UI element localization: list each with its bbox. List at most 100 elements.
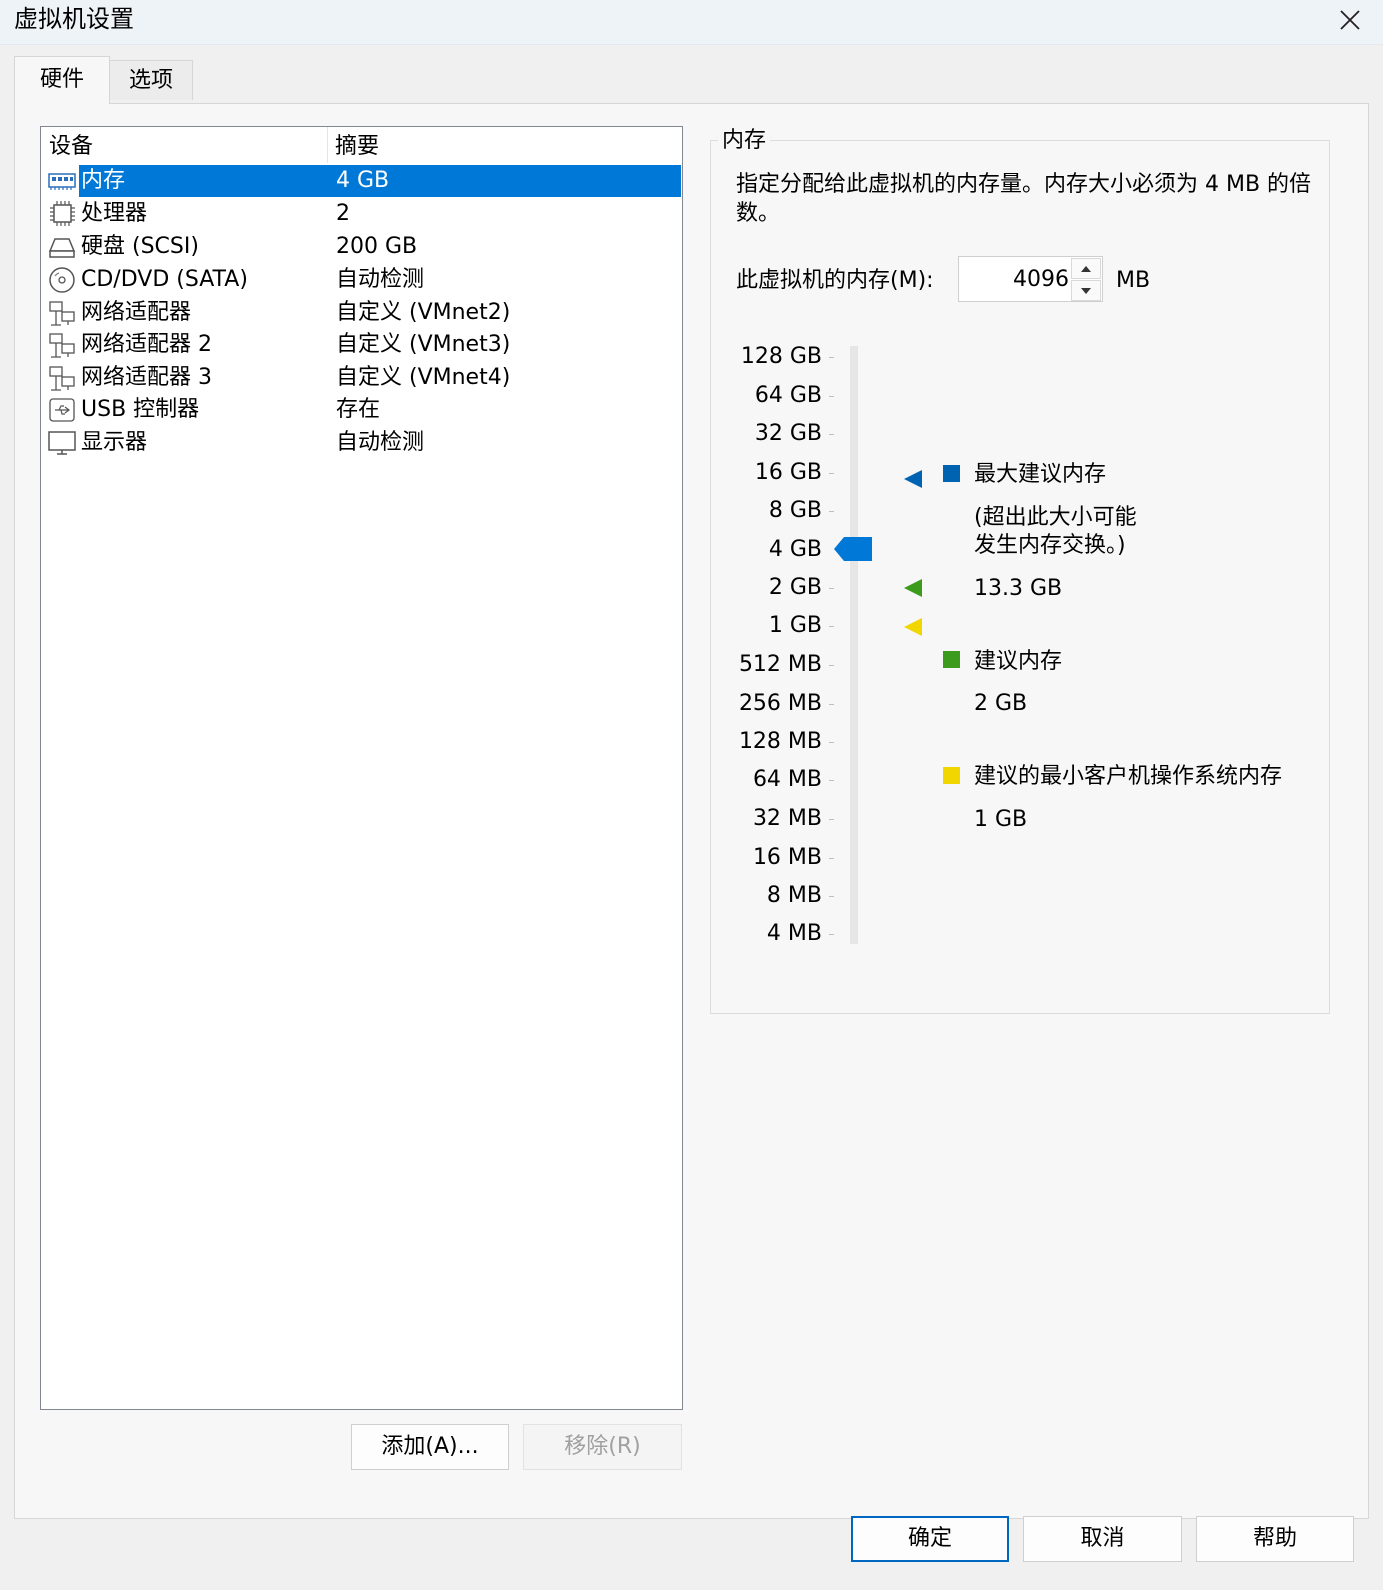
scale-label-128mb: 128 MB — [738, 729, 822, 754]
scale-label-16mb: 16 MB — [752, 845, 822, 870]
device-row-processor[interactable]: 处理器 2 — [45, 198, 681, 230]
scale-label-512mb: 512 MB — [738, 652, 822, 677]
max-recommended-title: 最大建议内存 — [974, 462, 1107, 487]
device-name: 处理器 — [81, 201, 148, 226]
tab-strip: 硬件 选项 — [0, 56, 1383, 104]
max-recommended-note: (超出此大小可能 — [974, 505, 1137, 530]
recommended-legend-swatch — [943, 651, 960, 668]
scale-label-16gb: 16 GB — [754, 460, 822, 485]
ok-button[interactable]: 确定 — [851, 1516, 1009, 1562]
memory-slider-track[interactable] — [850, 346, 858, 944]
scale-tick — [829, 434, 834, 435]
close-icon — [1340, 10, 1360, 30]
column-header-summary[interactable]: 摘要 — [335, 131, 379, 163]
device-list[interactable]: 设备 摘要 内存 4 GB 处理器 2 硬盘 (SCSI) 200 GB CD/… — [40, 126, 683, 1410]
device-summary: 2 — [336, 201, 350, 226]
device-row-network-adapter[interactable]: 网络适配器 自定义 (VMnet2) — [45, 297, 681, 329]
max-recommended-note: 发生内存交换。) — [974, 533, 1126, 558]
device-summary: 存在 — [336, 397, 381, 422]
scale-tick — [829, 742, 834, 743]
chevron-up-icon — [1081, 265, 1091, 272]
display-icon — [48, 431, 76, 455]
window-title: 虚拟机设置 — [14, 5, 134, 33]
scale-tick — [829, 780, 834, 781]
scale-tick — [829, 626, 834, 627]
scale-tick — [829, 396, 834, 397]
remove-device-button[interactable]: 移除(R) — [523, 1424, 682, 1470]
scale-label-4gb: 4 GB — [768, 537, 822, 562]
device-name: 网络适配器 2 — [81, 332, 212, 357]
memory-spinbox[interactable] — [958, 256, 1103, 302]
scale-tick — [829, 704, 834, 705]
max-recommended-marker-icon — [904, 470, 922, 488]
device-row-display[interactable]: 显示器 自动检测 — [45, 427, 681, 459]
scale-label-128gb: 128 GB — [740, 344, 822, 369]
cd-dvd-icon — [49, 267, 75, 293]
device-name: 内存 — [81, 168, 126, 193]
device-row-usb-controller[interactable]: USB 控制器 存在 — [45, 394, 681, 426]
tab-options[interactable]: 选项 — [109, 60, 193, 100]
memory-icon — [48, 173, 76, 190]
min-guest-title: 建议的最小客户机操作系统内存 — [974, 764, 1283, 789]
device-summary: 自定义 (VMnet4) — [336, 365, 511, 390]
min-guest-value: 1 GB — [974, 807, 1028, 832]
cancel-button[interactable]: 取消 — [1023, 1516, 1182, 1562]
network-adapter-icon — [49, 366, 75, 391]
recommended-marker-icon — [904, 579, 922, 597]
add-device-button[interactable]: 添加(A)... — [351, 1424, 509, 1470]
close-button[interactable] — [1327, 0, 1373, 40]
device-summary: 200 GB — [336, 234, 418, 259]
scale-label-2gb: 2 GB — [768, 575, 822, 600]
device-row-memory[interactable]: 内存 4 GB — [45, 165, 681, 197]
column-header-device[interactable]: 设备 — [49, 131, 93, 163]
memory-description: 指定分配给此虚拟机的内存量。内存大小必须为 4 MB 的倍数。 — [736, 172, 1312, 226]
usb-icon — [49, 398, 75, 422]
min-guest-legend-swatch — [943, 767, 960, 784]
recommended-title: 建议内存 — [974, 649, 1063, 674]
scale-tick — [829, 588, 834, 589]
device-summary: 4 GB — [336, 168, 390, 193]
spin-down-button[interactable] — [1071, 280, 1101, 301]
recommended-value: 2 GB — [974, 691, 1028, 716]
title-bar: 虚拟机设置 — [0, 0, 1383, 45]
device-summary: 自动检测 — [336, 267, 425, 292]
memory-unit: MB — [1116, 268, 1151, 293]
device-name: USB 控制器 — [81, 397, 200, 422]
spin-up-button[interactable] — [1071, 258, 1101, 279]
scale-label-256mb: 256 MB — [738, 691, 822, 716]
memory-group-title: 内存 — [718, 126, 771, 156]
device-row-network-adapter-3[interactable]: 网络适配器 3 自定义 (VMnet4) — [45, 362, 681, 394]
scale-label-64gb: 64 GB — [754, 383, 822, 408]
device-summary: 自定义 (VMnet3) — [336, 332, 511, 357]
scale-label-32gb: 32 GB — [754, 421, 822, 446]
memory-slider-thumb[interactable] — [834, 536, 874, 562]
device-row-network-adapter-2[interactable]: 网络适配器 2 自定义 (VMnet3) — [45, 329, 681, 361]
device-name: 显示器 — [81, 430, 148, 455]
network-adapter-icon — [49, 333, 75, 358]
scale-label-4mb: 4 MB — [766, 921, 822, 946]
tab-hardware[interactable]: 硬件 — [14, 56, 110, 104]
scale-label-32mb: 32 MB — [752, 806, 822, 831]
device-name: 硬盘 (SCSI) — [81, 234, 199, 259]
device-name: 网络适配器 — [81, 300, 192, 325]
memory-input[interactable] — [959, 257, 1071, 301]
scale-tick — [829, 357, 834, 358]
max-recommended-value: 13.3 GB — [974, 576, 1063, 601]
memory-field-label: 此虚拟机的内存(M): — [736, 268, 934, 293]
scale-tick — [829, 934, 834, 935]
scale-tick — [829, 819, 834, 820]
scale-tick — [829, 511, 834, 512]
device-row-cd-dvd[interactable]: CD/DVD (SATA) 自动检测 — [45, 264, 681, 296]
scale-tick — [829, 858, 834, 859]
device-row-hard-disk[interactable]: 硬盘 (SCSI) 200 GB — [45, 231, 681, 263]
device-name: CD/DVD (SATA) — [81, 267, 248, 292]
list-header: 设备 摘要 — [41, 127, 682, 163]
scale-label-8gb: 8 GB — [768, 498, 822, 523]
scale-tick — [829, 473, 834, 474]
device-name: 网络适配器 3 — [81, 365, 212, 390]
chevron-down-icon — [1081, 287, 1091, 294]
scale-tick — [829, 665, 834, 666]
device-summary: 自定义 (VMnet2) — [336, 300, 511, 325]
column-divider[interactable] — [327, 127, 328, 163]
help-button[interactable]: 帮助 — [1196, 1516, 1354, 1562]
